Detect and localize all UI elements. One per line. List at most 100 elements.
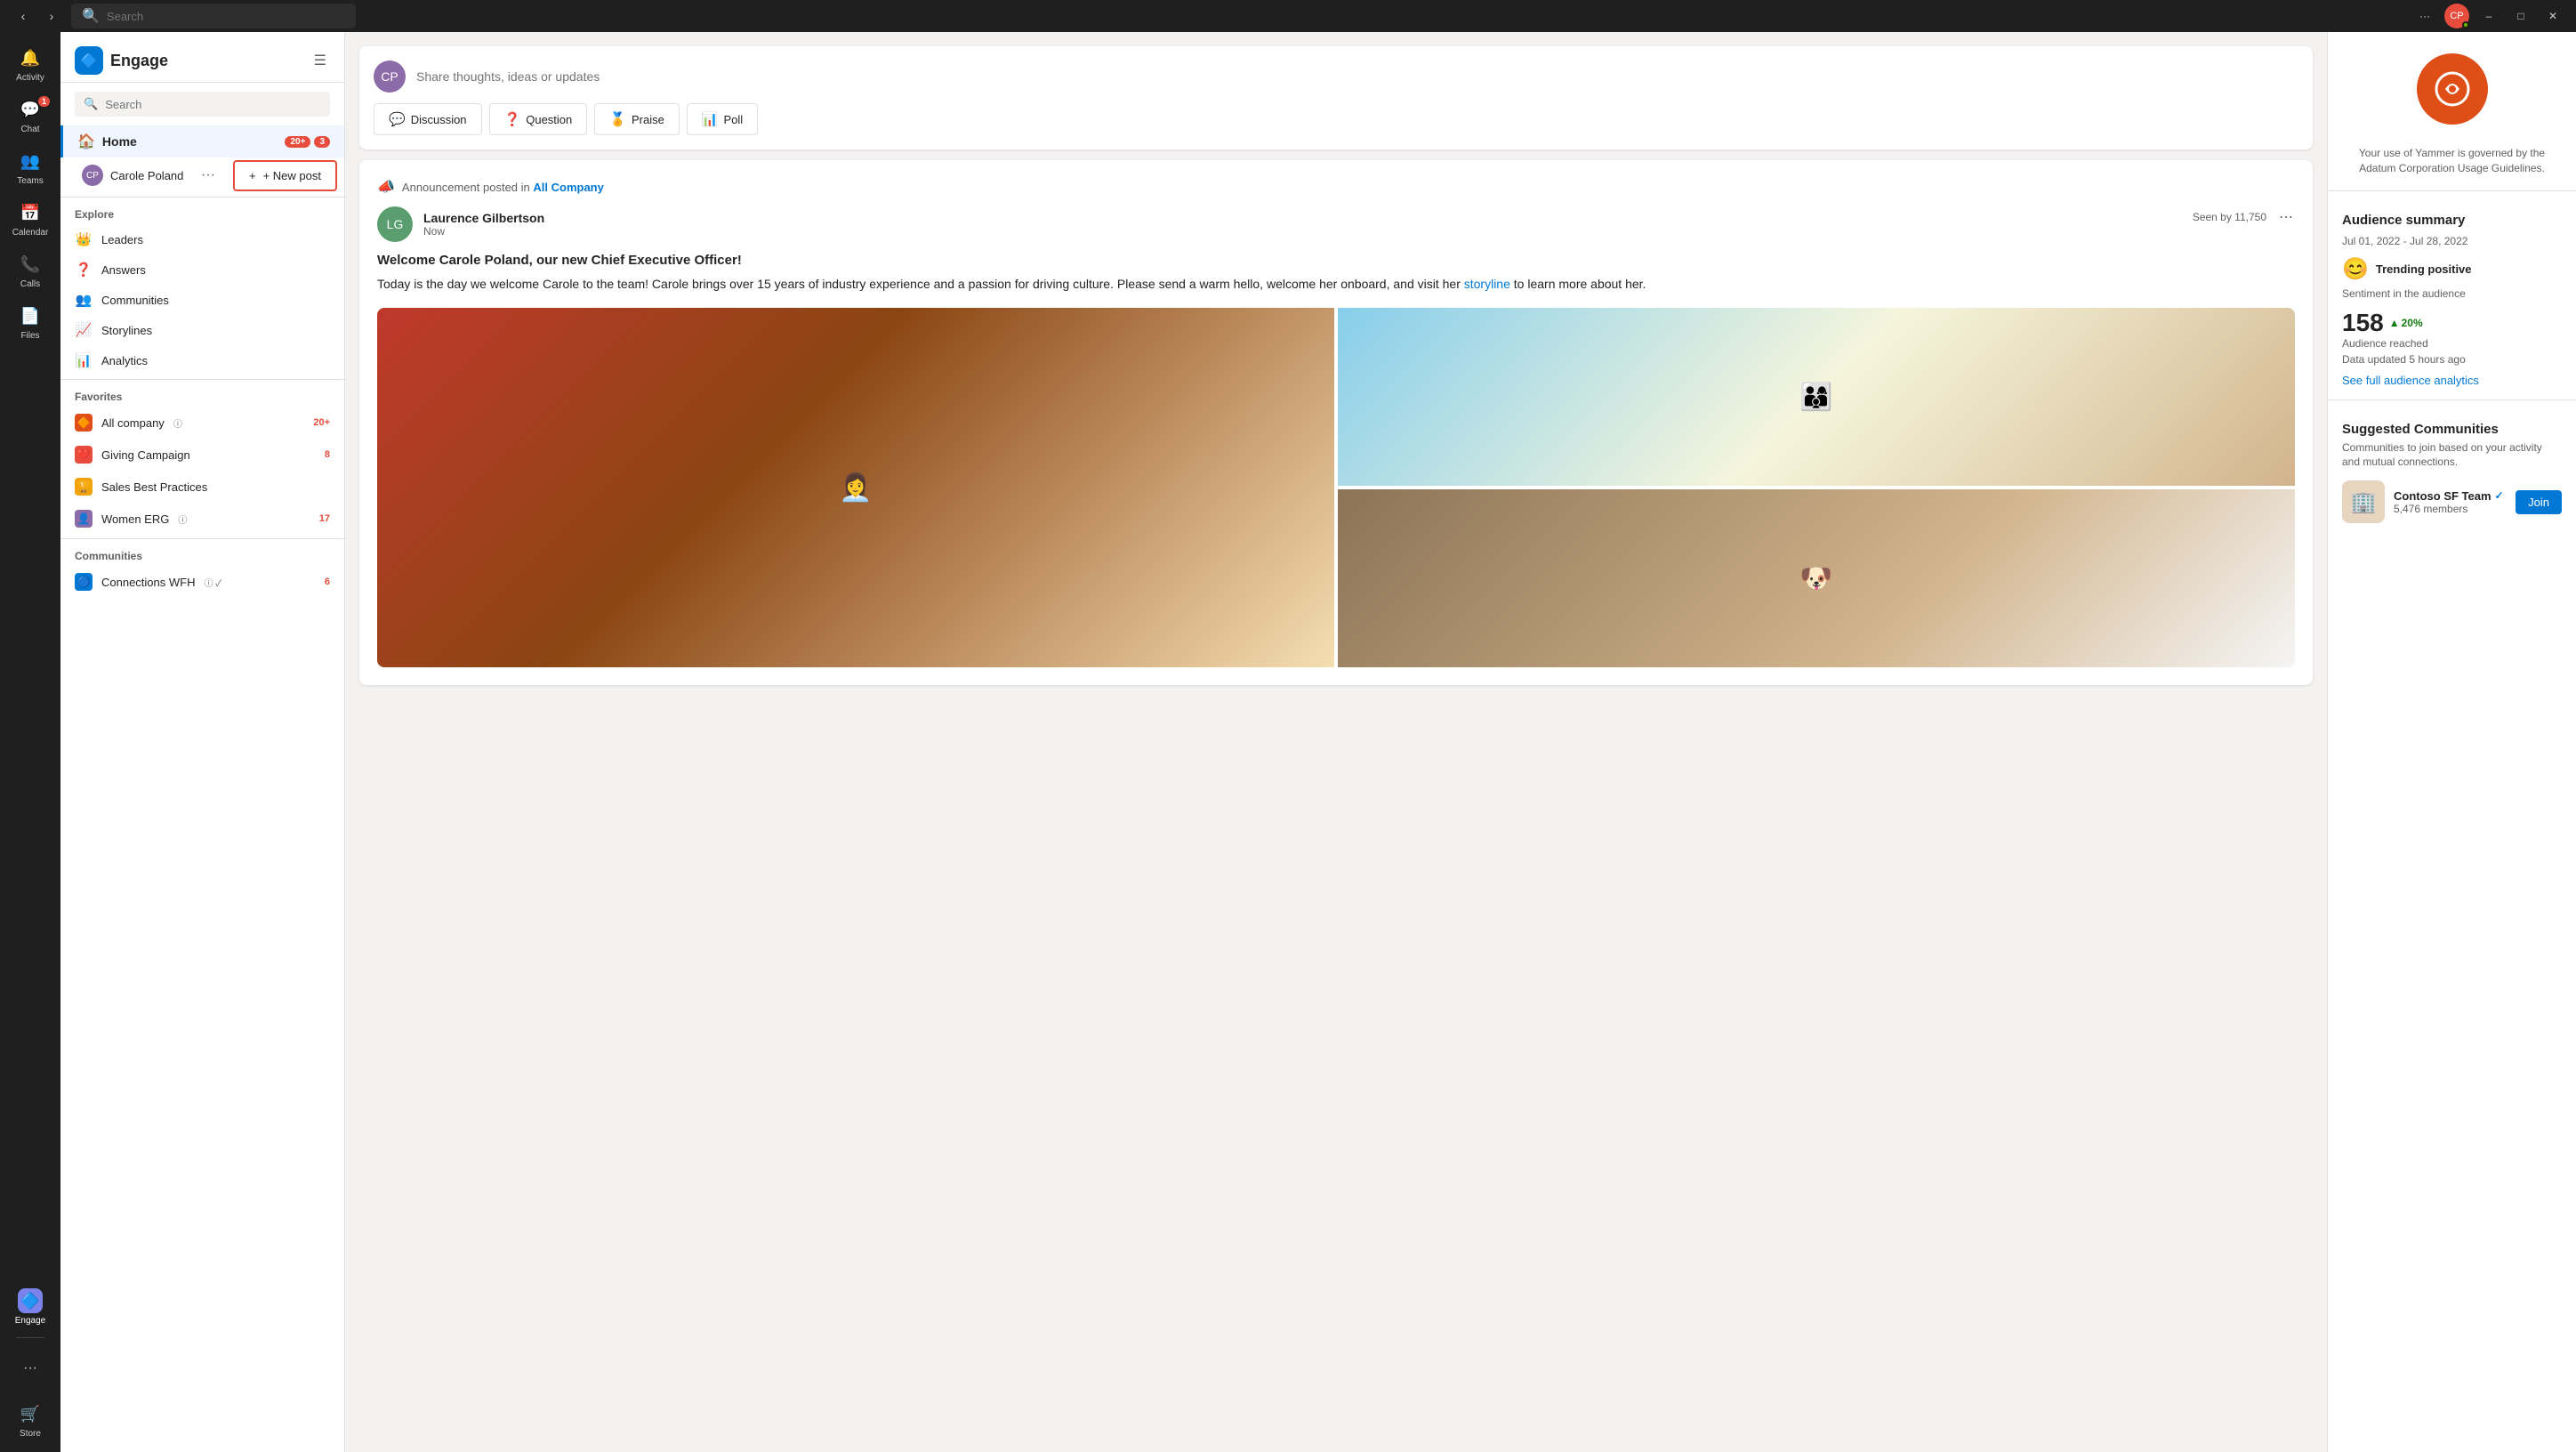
fav-item-women-erg[interactable]: 👤 Women ERG ⓘ 17	[60, 503, 344, 535]
carole-more-button[interactable]: ···	[197, 165, 219, 185]
community-item: 🏢 Contoso SF Team ✓ 5,476 members Join	[2342, 480, 2562, 523]
sidebar-item-more[interactable]: ···	[5, 1343, 55, 1393]
sidebar-item-store[interactable]: 🛒 Store	[5, 1395, 55, 1445]
new-post-button[interactable]: + + New post	[233, 160, 337, 191]
fav-item-all-company[interactable]: 🔶 All company ⓘ 20+	[60, 407, 344, 439]
sidebar-item-engage[interactable]: 🔷 Engage	[5, 1282, 55, 1332]
dog-image-placeholder: 🐶	[1338, 489, 2295, 667]
community-img-placeholder: 🏢	[2350, 489, 2377, 515]
post-body: Today is the day we welcome Carole to th…	[377, 275, 2295, 294]
poll-icon: 📊	[702, 111, 719, 127]
nav-item-analytics[interactable]: 📊 Analytics	[60, 345, 344, 375]
activity-icon: 🔔	[20, 49, 40, 68]
nav-item-communities[interactable]: 👥 Communities	[60, 285, 344, 315]
post-author-name[interactable]: Laurence Gilbertson	[423, 211, 544, 225]
fav-left-giving: ❤️ Giving Campaign	[75, 446, 190, 464]
question-button[interactable]: ❓ Question	[489, 103, 588, 135]
right-panel-separator-2	[2328, 399, 2576, 400]
maximize-button[interactable]: □	[2508, 4, 2533, 28]
question-icon: ❓	[504, 111, 521, 127]
family-image-placeholder: 👨‍👩‍👦	[1338, 308, 2295, 486]
sidebar-item-activity[interactable]: 🔔 Activity	[5, 39, 55, 89]
sidebar-item-teams[interactable]: 👥 Teams	[5, 142, 55, 192]
sidebar-item-files[interactable]: 📄 Files	[5, 297, 55, 347]
rail-label-chat: Chat	[20, 125, 39, 134]
post-author-left: LG Laurence Gilbertson Now	[377, 206, 544, 242]
storylines-icon: 📈	[75, 322, 93, 338]
post-image-dog[interactable]: 🐶	[1338, 489, 2295, 667]
nav-item-storylines[interactable]: 📈 Storylines	[60, 315, 344, 345]
discussion-button[interactable]: 💬 Discussion	[374, 103, 482, 135]
title-bar: ‹ › 🔍 ··· CP – □ ✕	[0, 0, 2576, 32]
more-options-button[interactable]: ···	[2412, 4, 2437, 28]
post-author-row: LG Laurence Gilbertson Now Seen by 11,75…	[377, 206, 2295, 242]
minimize-button[interactable]: –	[2476, 4, 2501, 28]
see-analytics-link[interactable]: See full audience analytics	[2342, 374, 2479, 387]
community-members: 5,476 members	[2394, 503, 2507, 515]
community-img: 🏢	[2342, 480, 2385, 523]
search-bar[interactable]: 🔍	[71, 4, 356, 28]
close-button[interactable]: ✕	[2540, 4, 2565, 28]
forward-button[interactable]: ›	[39, 4, 64, 28]
community-name: Contoso SF Team ✓	[2394, 489, 2507, 503]
post-image-main[interactable]: 👩‍💼	[377, 308, 1334, 667]
sidebar-search-input[interactable]	[105, 98, 321, 111]
sentiment-info: Trending positive	[2376, 262, 2472, 276]
sidebar: 🔷 Engage ☰ 🔍 🏠 Home 20+ 3	[60, 32, 345, 1452]
engage-logo-big	[2417, 53, 2488, 125]
back-button[interactable]: ‹	[11, 4, 36, 28]
join-button[interactable]: Join	[2516, 490, 2562, 514]
seen-by-text: Seen by 11,750	[2193, 211, 2266, 223]
sentiment-label: Trending positive	[2376, 262, 2472, 276]
data-updated: Data updated 5 hours ago	[2342, 353, 2562, 366]
fav-item-sales[interactable]: 🏆 Sales Best Practices	[60, 471, 344, 503]
sidebar-menu-button[interactable]: ☰	[310, 48, 330, 73]
praise-button[interactable]: 🏅 Praise	[594, 103, 680, 135]
sidebar-item-chat[interactable]: 💬 Chat 1	[5, 91, 55, 141]
fav-left-women: 👤 Women ERG ⓘ	[75, 510, 187, 528]
all-company-label: All company	[101, 416, 165, 430]
explore-label: Explore	[60, 201, 344, 224]
arrow-up-icon: ▲	[2389, 317, 2400, 329]
engage-logo-icon: 🔷	[75, 46, 103, 75]
verified-badge-icon: ✓	[2495, 489, 2504, 502]
communities-label: Communities	[101, 294, 169, 307]
avatar[interactable]: CP	[2444, 4, 2469, 28]
sidebar-search-container[interactable]: 🔍	[75, 92, 330, 117]
women-erg-verified: ⓘ	[178, 512, 187, 526]
storylines-label: Storylines	[101, 324, 152, 337]
carole-item[interactable]: CP Carole Poland ···	[68, 157, 233, 193]
analytics-label: Analytics	[101, 354, 148, 367]
post-more-button[interactable]: ⋯	[2277, 206, 2295, 228]
sidebar-logo: 🔷 Engage	[75, 46, 168, 75]
left-rail: 🔔 Activity 💬 Chat 1 👥 Teams 📅 Calendar 📞…	[0, 32, 60, 1452]
home-badges: 20+ 3	[285, 136, 330, 148]
storyline-link[interactable]: storyline	[1464, 277, 1510, 291]
online-indicator	[2462, 21, 2469, 28]
post-image-family[interactable]: 👨‍👩‍👦	[1338, 308, 2295, 486]
right-panel: Your use of Yammer is governed by the Ad…	[2327, 32, 2576, 1452]
search-input[interactable]	[107, 10, 345, 23]
sidebar-item-calendar[interactable]: 📅 Calendar	[5, 194, 55, 244]
audience-summary-title: Audience summary	[2342, 213, 2562, 228]
carole-left: CP Carole Poland	[82, 165, 183, 186]
post-community[interactable]: All Company	[533, 181, 603, 194]
composer-actions: 💬 Discussion ❓ Question 🏅 Praise 📊 Poll	[374, 103, 2298, 135]
composer-input[interactable]	[416, 69, 2298, 84]
poll-button[interactable]: 📊 Poll	[687, 103, 758, 135]
fav-left-sales: 🏆 Sales Best Practices	[75, 478, 207, 496]
audience-summary: Audience summary Jul 01, 2022 - Jul 28, …	[2328, 202, 2576, 399]
fav-item-giving[interactable]: ❤️ Giving Campaign 8	[60, 439, 344, 471]
calendar-icon: 📅	[20, 204, 40, 222]
post-card: 📣 Announcement posted in All Company LG	[359, 160, 2313, 685]
nav-item-answers[interactable]: ❓ Answers	[60, 254, 344, 285]
all-company-icon: 🔶	[75, 414, 93, 432]
sentiment-emoji: 😊	[2342, 256, 2369, 282]
main-content: CP 💬 Discussion ❓ Question 🏅 Praise	[345, 32, 2576, 1452]
fav-item-connections-wfh[interactable]: 🔵 Connections WFH ⓘ ✓ 6	[60, 566, 344, 598]
sidebar-item-calls[interactable]: 📞 Calls	[5, 246, 55, 295]
nav-item-leaders[interactable]: 👑 Leaders	[60, 224, 344, 254]
post-header-meta: 📣 Announcement posted in All Company	[377, 178, 2295, 196]
home-nav-item[interactable]: 🏠 Home 20+ 3	[60, 125, 344, 157]
post-author-right: Seen by 11,750 ⋯	[2193, 206, 2295, 228]
